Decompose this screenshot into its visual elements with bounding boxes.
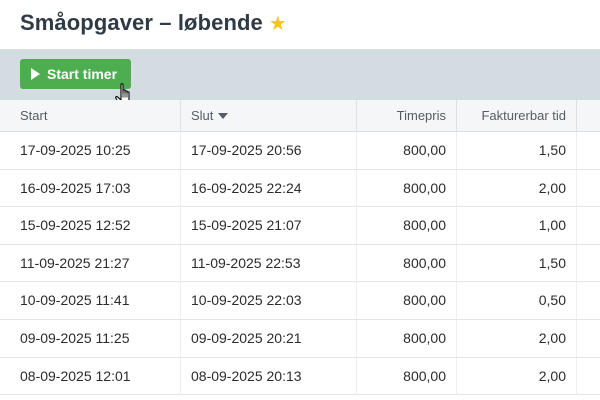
cell-billable: 1,00 [457,207,577,245]
sort-desc-icon [218,113,229,119]
table-row[interactable]: 11-09-2025 21:27 11-09-2025 22:53 800,00… [0,244,600,283]
cell-rate: 800,00 [357,207,457,245]
cell-billable: 0,50 [457,282,577,320]
cell-extra [577,170,600,207]
table-row[interactable]: 08-09-2025 12:01 08-09-2025 20:13 800,00… [0,357,600,396]
cell-rate: 800,00 [357,319,457,357]
cell-rate: 800,00 [357,132,457,169]
cell-end: 16-09-2025 22:24 [181,169,357,207]
toolbar: Start timer [0,49,600,100]
table-header: Start Slut Timepris Fakturerbar tid [0,100,600,132]
time-entries-table: Start Slut Timepris Fakturerbar tid 17-0… [0,100,600,396]
cell-end: 11-09-2025 22:53 [181,244,357,282]
column-header-billable[interactable]: Fakturerbar tid [457,100,577,132]
cell-extra [577,245,600,282]
table-row[interactable]: 15-09-2025 12:52 15-09-2025 21:07 800,00… [0,207,600,245]
cell-extra [577,320,600,357]
page-title: Småopgaver – løbende ★ [20,10,287,36]
table-row[interactable]: 17-09-2025 10:25 17-09-2025 20:56 800,00… [0,132,600,170]
cell-end: 08-09-2025 20:13 [181,357,357,395]
cell-rate: 800,00 [357,169,457,207]
cell-end: 15-09-2025 21:07 [181,207,357,245]
cell-billable: 1,50 [457,244,577,282]
cell-billable: 2,00 [457,319,577,357]
star-icon[interactable]: ★ [269,11,287,36]
cell-billable: 2,00 [457,169,577,207]
page-header: Småopgaver – løbende ★ [0,0,600,49]
cell-rate: 800,00 [357,357,457,395]
cell-start: 11-09-2025 21:27 [0,244,181,282]
play-icon [31,68,40,80]
cell-start: 09-09-2025 11:25 [0,319,181,357]
cell-rate: 800,00 [357,244,457,282]
table-row[interactable]: 09-09-2025 11:25 09-09-2025 20:21 800,00… [0,319,600,358]
cell-end: 09-09-2025 20:21 [181,319,357,357]
cell-extra [577,282,600,319]
column-header-rate[interactable]: Timepris [357,100,457,132]
column-header-end[interactable]: Slut [181,100,357,132]
cell-start: 16-09-2025 17:03 [0,169,181,207]
column-header-start[interactable]: Start [0,100,181,132]
cell-extra [577,132,600,169]
cell-start: 17-09-2025 10:25 [0,132,181,169]
cell-end: 10-09-2025 22:03 [181,282,357,320]
cell-billable: 1,50 [457,132,577,169]
cell-rate: 800,00 [357,282,457,320]
cell-start: 15-09-2025 12:52 [0,207,181,245]
cell-start: 08-09-2025 12:01 [0,357,181,395]
column-header-extra [577,100,600,132]
table-row[interactable]: 10-09-2025 11:41 10-09-2025 22:03 800,00… [0,282,600,320]
cell-start: 10-09-2025 11:41 [0,282,181,320]
cell-extra [577,358,600,395]
cell-end: 17-09-2025 20:56 [181,132,357,169]
start-timer-label: Start timer [47,66,118,82]
page-title-text: Småopgaver – løbende [20,10,263,35]
table-row[interactable]: 16-09-2025 17:03 16-09-2025 22:24 800,00… [0,169,600,208]
cell-billable: 2,00 [457,357,577,395]
cell-extra [577,207,600,244]
